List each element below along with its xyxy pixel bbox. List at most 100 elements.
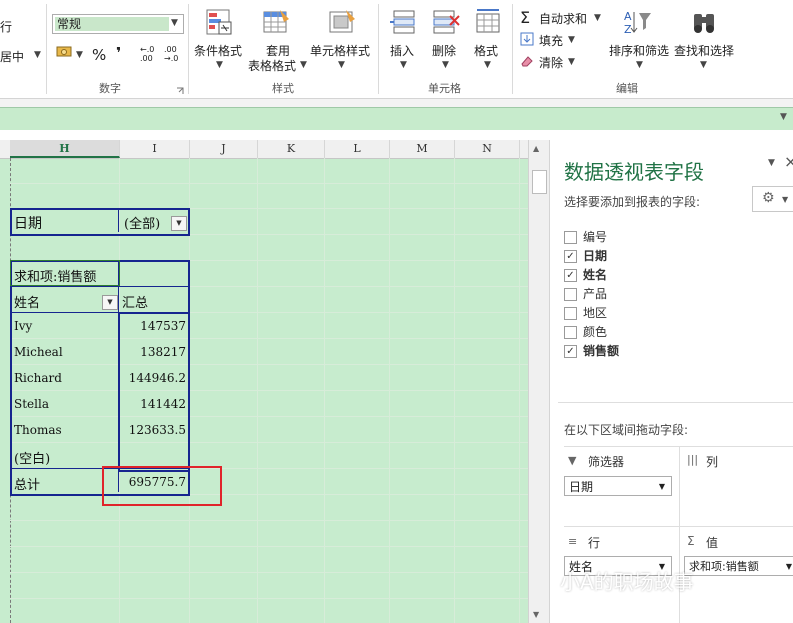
currency-icon[interactable]	[56, 45, 74, 59]
chevron-down-icon: ▼	[658, 482, 665, 491]
vertical-scrollbar[interactable]: ▲ ▼	[528, 140, 549, 623]
field-checkbox-checked[interactable]: ✓	[564, 269, 577, 282]
cell-style-icon[interactable]	[328, 8, 356, 36]
chevron-down-icon[interactable]: ▼	[216, 60, 223, 70]
chevron-down-icon[interactable]: ▼	[171, 18, 178, 28]
divider	[512, 4, 513, 94]
chevron-down-icon[interactable]: ▼	[442, 60, 449, 70]
field-checkbox-checked[interactable]: ✓	[564, 250, 577, 263]
chevron-down-icon[interactable]: ▼	[484, 60, 491, 70]
chevron-down-icon[interactable]: ▼	[568, 35, 575, 45]
clear-button[interactable]: 清除	[539, 54, 563, 71]
pane-options-chevron-icon[interactable]: ▼	[768, 158, 775, 168]
insert-button[interactable]: 插入	[390, 42, 414, 59]
chevron-down-icon[interactable]: ▼	[700, 60, 707, 70]
sort-filter-icon[interactable]: AZ	[622, 8, 651, 36]
wrap-text-button[interactable]: 行	[0, 18, 12, 35]
increase-decimal-button[interactable]: ←.0 .00	[140, 45, 160, 63]
column-header-j[interactable]: J	[190, 140, 258, 158]
column-header-h[interactable]: H	[10, 140, 120, 158]
autosum-button[interactable]: 自动求和	[539, 10, 587, 27]
field-label[interactable]: 销售额	[583, 342, 619, 359]
field-label[interactable]: 编号	[583, 228, 607, 245]
tools-button[interactable]: ⚙ ▼	[752, 186, 793, 212]
field-checkbox-checked[interactable]: ✓	[564, 345, 577, 358]
fill-button[interactable]: 填充	[539, 32, 563, 49]
percent-button[interactable]: %	[92, 46, 106, 64]
pivot-row-value: 147537	[140, 319, 186, 333]
format-button[interactable]: 格式	[474, 42, 498, 59]
divider	[564, 526, 793, 527]
row-filter-dropdown-button[interactable]: ▼	[102, 295, 118, 310]
columns-icon: |||	[687, 453, 699, 466]
table-format-icon[interactable]	[262, 8, 290, 36]
number-format-select[interactable]: 常规 ▼	[52, 14, 184, 34]
field-label[interactable]: 姓名	[583, 266, 607, 283]
close-icon[interactable]: ×	[784, 152, 793, 171]
field-label[interactable]: 日期	[583, 247, 607, 264]
format-icon[interactable]	[474, 8, 502, 36]
column-header-l[interactable]: L	[325, 140, 390, 158]
chevron-down-icon[interactable]: ▼	[594, 13, 601, 23]
chevron-down-icon[interactable]: ▼	[76, 50, 83, 60]
find-select-button[interactable]: 查找和选择	[674, 42, 734, 59]
chevron-down-icon: ▼	[107, 298, 113, 306]
ribbon-bottom-edge	[0, 99, 793, 107]
column-header-i[interactable]: I	[120, 140, 190, 158]
fill-down-icon[interactable]	[520, 32, 534, 46]
comma-button[interactable]: ❜	[116, 44, 121, 62]
field-checkbox[interactable]	[564, 288, 577, 301]
formula-bar[interactable]: ▼	[0, 107, 793, 131]
scroll-thumb[interactable]	[532, 170, 547, 194]
filters-area-label: 筛选器	[588, 455, 625, 469]
sort-filter-button[interactable]: 排序和筛选	[609, 42, 669, 59]
chevron-down-icon[interactable]: ▼	[636, 60, 643, 70]
pivot-total-label: 总计	[14, 478, 41, 493]
divider	[118, 210, 119, 232]
chevron-down-icon[interactable]: ▼	[34, 50, 41, 60]
dialog-launcher-icon[interactable]	[176, 84, 184, 94]
delete-icon[interactable]	[432, 8, 460, 36]
group-label-styles: 样式	[272, 82, 294, 95]
insert-icon[interactable]	[390, 8, 418, 36]
sigma-icon[interactable]: Σ	[520, 8, 530, 27]
field-checkbox[interactable]	[564, 307, 577, 320]
watermark: 小A的职场故事	[560, 570, 694, 594]
conditional-format-button[interactable]: 条件格式	[194, 42, 242, 59]
pivot-row-name: Thomas	[14, 423, 62, 437]
field-label[interactable]: 颜色	[583, 323, 607, 340]
values-area-item[interactable]: 求和项:销售额 ▼	[684, 556, 793, 576]
table-format-button[interactable]: 表格格式	[248, 57, 296, 74]
field-checkbox[interactable]	[564, 326, 577, 339]
binoculars-icon[interactable]	[690, 8, 718, 36]
field-label[interactable]: 产品	[583, 285, 607, 302]
filter-dropdown-button[interactable]: ▼	[171, 216, 187, 231]
cell-style-button[interactable]: 单元格样式	[310, 42, 370, 59]
chevron-down-icon: ▼	[176, 219, 182, 227]
chevron-down-icon[interactable]: ▼	[338, 60, 345, 70]
chevron-down-icon[interactable]: ▼	[400, 60, 407, 70]
merge-center-button[interactable]: 居中	[0, 48, 24, 65]
chevron-down-icon[interactable]: ▼	[568, 57, 575, 67]
group-label-edit: 编辑	[616, 82, 638, 95]
delete-button[interactable]: 删除	[432, 42, 456, 59]
column-header-n[interactable]: N	[455, 140, 520, 158]
divider	[679, 446, 680, 623]
expand-formula-icon[interactable]: ▼	[780, 112, 787, 122]
chevron-down-icon: ▼	[785, 562, 792, 571]
scroll-up-icon[interactable]: ▲	[533, 144, 539, 153]
pivot-row-value: 123633.5	[128, 423, 186, 437]
decrease-decimal-button[interactable]: .00 →.0	[164, 45, 184, 63]
field-checkbox[interactable]	[564, 231, 577, 244]
scroll-down-icon[interactable]: ▼	[533, 610, 539, 619]
pivot-filter-value[interactable]: (全部)	[124, 213, 160, 232]
column-header-m[interactable]: M	[390, 140, 455, 158]
filter-icon: ▼	[568, 454, 577, 467]
columns-area-label: 列	[706, 455, 719, 469]
column-header-k[interactable]: K	[258, 140, 325, 158]
filters-area-item[interactable]: 日期 ▼	[564, 476, 672, 496]
field-label[interactable]: 地区	[583, 304, 607, 321]
conditional-format-icon[interactable]	[205, 8, 233, 36]
chevron-down-icon[interactable]: ▼	[300, 60, 307, 70]
eraser-icon[interactable]	[520, 54, 534, 68]
